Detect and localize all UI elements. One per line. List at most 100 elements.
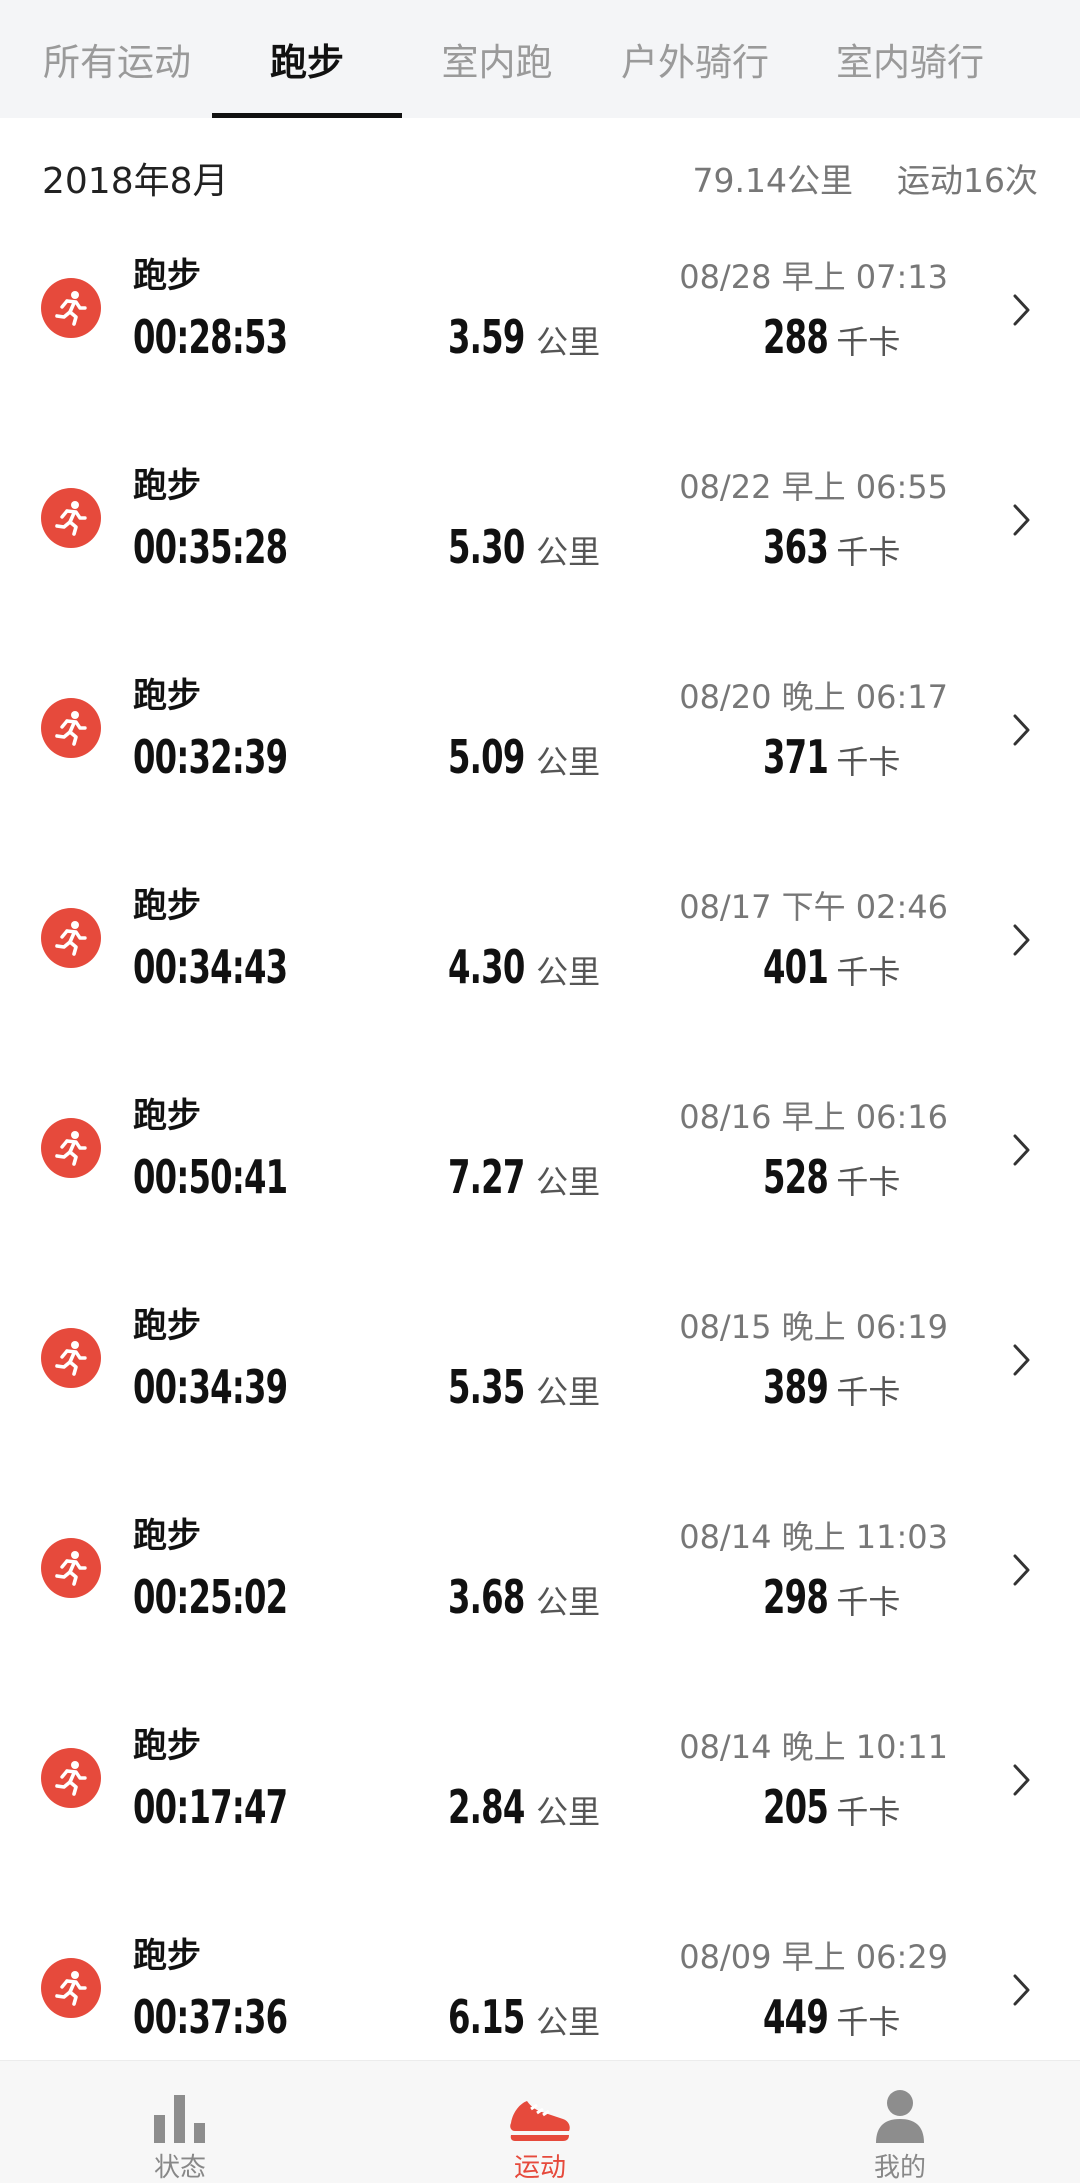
activity-row[interactable]: 跑步 08/20 晚上 06:17 00:32:39 5.09 公里 371 千卡 [0, 646, 1080, 856]
activity-duration: 00:37:36 [133, 1990, 288, 2044]
chevron-right-icon [1004, 1130, 1038, 1170]
distance-unit: 公里 [536, 323, 601, 361]
distance-value: 6.15 [448, 1990, 525, 2044]
activity-duration: 00:32:39 [133, 730, 288, 784]
activity-type: 跑步 [133, 886, 201, 926]
total-distance: 79.14公里 [692, 161, 853, 200]
nav-profile[interactable]: 我的 [800, 2061, 1000, 2183]
activity-count: 运动16次 [897, 161, 1038, 200]
tab-label: 室内跑 [441, 41, 553, 84]
distance-unit: 公里 [536, 953, 601, 991]
calories-unit: 千卡 [836, 953, 901, 991]
month-summary: 2018年8月 79.14公里 运动16次 [0, 118, 1080, 226]
bottom-navigation: 状态 运动 我的 [0, 2060, 1080, 2183]
calories-unit: 千卡 [836, 2003, 901, 2041]
running-icon [41, 1958, 101, 2018]
running-icon [41, 1328, 101, 1388]
activity-distance: 7.27 公里 [448, 1150, 600, 1204]
category-tabbar: 所有运动 跑步 室内跑 户外骑行 室内骑行 [0, 0, 1080, 118]
tab-outdoor-cycling[interactable]: 户外骑行 [600, 0, 790, 118]
activity-calories: 363 千卡 [763, 520, 900, 574]
distance-value: 2.84 [448, 1780, 525, 1834]
calories-value: 298 [763, 1570, 829, 1624]
tab-indoor-cycling[interactable]: 室内骑行 [810, 0, 1010, 118]
activity-row[interactable]: 跑步 08/16 早上 06:16 00:50:41 7.27 公里 528 千卡 [0, 1066, 1080, 1276]
distance-value: 3.59 [448, 310, 525, 364]
chevron-right-icon [1004, 290, 1038, 330]
running-icon [41, 1118, 101, 1178]
activity-row[interactable]: 跑步 08/15 晚上 06:19 00:34:39 5.35 公里 389 千卡 [0, 1276, 1080, 1486]
distance-unit: 公里 [536, 1163, 601, 1201]
activity-calories: 371 千卡 [763, 730, 900, 784]
calories-value: 205 [763, 1780, 829, 1834]
activity-row[interactable]: 跑步 08/17 下午 02:46 00:34:43 4.30 公里 401 千卡 [0, 856, 1080, 1066]
nav-label: 我的 [873, 2153, 926, 2183]
activity-datetime: 08/14 晚上 11:03 [679, 1518, 948, 1556]
activity-type: 跑步 [133, 1516, 201, 1556]
tab-indoor-running[interactable]: 室内跑 [402, 0, 592, 118]
activity-row[interactable]: 跑步 08/28 早上 07:13 00:28:53 3.59 公里 288 千卡 [0, 226, 1080, 436]
activity-duration: 00:34:39 [133, 1360, 288, 1414]
activity-type: 跑步 [133, 256, 201, 296]
activity-distance: 3.68 公里 [448, 1570, 600, 1624]
tab-all-sports[interactable]: 所有运动 [22, 0, 212, 118]
calories-unit: 千卡 [836, 1373, 901, 1411]
activity-row[interactable]: 跑步 08/22 早上 06:55 00:35:28 5.30 公里 363 千卡 [0, 436, 1080, 646]
activity-type: 跑步 [133, 1096, 201, 1136]
activity-list-screen: 所有运动 跑步 室内跑 户外骑行 室内骑行 2018年8月 79.14公里 运动… [0, 0, 1080, 2183]
distance-unit: 公里 [536, 1793, 601, 1831]
activity-distance: 3.59 公里 [448, 310, 600, 364]
distance-unit: 公里 [536, 743, 601, 781]
calories-value: 389 [763, 1360, 829, 1414]
activity-type: 跑步 [133, 1726, 201, 1766]
distance-unit: 公里 [536, 2003, 601, 2041]
nav-sports[interactable]: 运动 [440, 2061, 640, 2183]
chevron-right-icon [1004, 1760, 1038, 1800]
activity-calories: 401 千卡 [763, 940, 900, 994]
running-icon [41, 1748, 101, 1808]
activity-type: 跑步 [133, 676, 201, 716]
running-icon [41, 908, 101, 968]
calories-value: 449 [763, 1990, 829, 2044]
chevron-right-icon [1004, 1550, 1038, 1590]
activity-calories: 449 千卡 [763, 1990, 900, 2044]
bar-chart-icon [152, 2089, 208, 2143]
calories-unit: 千卡 [836, 743, 901, 781]
activity-row[interactable]: 跑步 08/14 晚上 10:11 00:17:47 2.84 公里 205 千卡 [0, 1696, 1080, 1906]
activity-duration: 00:25:02 [133, 1570, 288, 1624]
running-shoe-icon [507, 2089, 573, 2143]
activity-calories: 528 千卡 [763, 1150, 900, 1204]
running-icon [41, 698, 101, 758]
distance-value: 3.68 [448, 1570, 525, 1624]
activity-distance: 6.15 公里 [448, 1990, 600, 2044]
activity-datetime: 08/15 晚上 06:19 [679, 1308, 948, 1346]
activity-row[interactable]: 跑步 08/14 晚上 11:03 00:25:02 3.68 公里 298 千卡 [0, 1486, 1080, 1696]
calories-value: 371 [763, 730, 829, 784]
activity-duration: 00:50:41 [133, 1150, 288, 1204]
tab-running[interactable]: 跑步 [212, 0, 402, 118]
calories-unit: 千卡 [836, 1163, 901, 1201]
activity-duration: 00:28:53 [133, 310, 288, 364]
distance-value: 4.30 [448, 940, 525, 994]
activity-calories: 288 千卡 [763, 310, 900, 364]
person-icon [874, 2089, 926, 2143]
activity-type: 跑步 [133, 1936, 201, 1976]
activity-type: 跑步 [133, 466, 201, 506]
chevron-right-icon [1004, 1340, 1038, 1380]
activity-datetime: 08/28 早上 07:13 [679, 258, 948, 296]
activity-duration: 00:34:43 [133, 940, 288, 994]
calories-value: 401 [763, 940, 829, 994]
activity-duration: 00:35:28 [133, 520, 288, 574]
nav-status[interactable]: 状态 [80, 2061, 280, 2183]
activity-distance: 5.09 公里 [448, 730, 600, 784]
calories-unit: 千卡 [836, 323, 901, 361]
tab-label: 户外骑行 [621, 41, 769, 84]
activity-datetime: 08/14 晚上 10:11 [679, 1728, 948, 1766]
month-label: 2018年8月 [42, 161, 229, 202]
tab-label: 所有运动 [43, 41, 191, 84]
calories-unit: 千卡 [836, 1793, 901, 1831]
activity-type: 跑步 [133, 1306, 201, 1346]
running-icon [41, 278, 101, 338]
activity-datetime: 08/09 早上 06:29 [679, 1938, 948, 1976]
activity-datetime: 08/17 下午 02:46 [679, 888, 948, 926]
